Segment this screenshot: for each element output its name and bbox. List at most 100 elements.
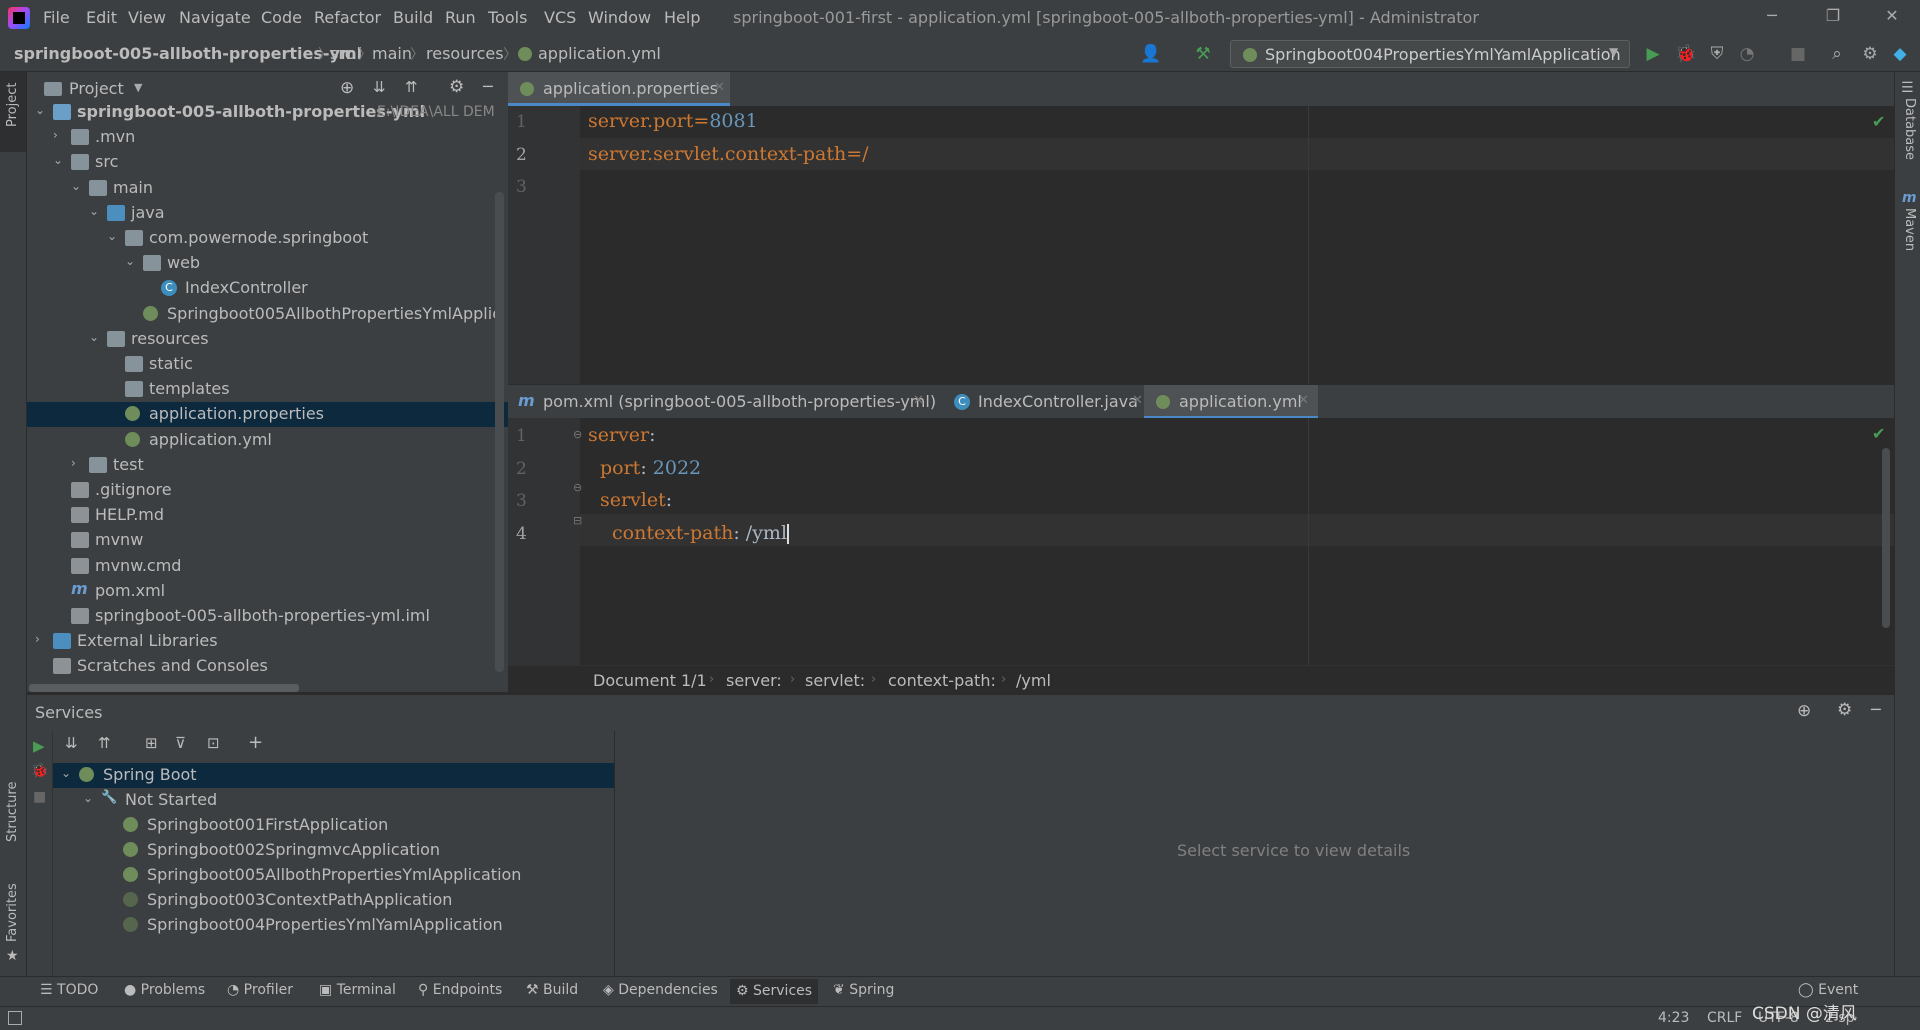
crumb-document[interactable]: Document 1/1 [593,671,707,690]
tree-item[interactable]: Springboot005AllbothPropertiesYmlApplic [27,302,508,327]
tool-spring[interactable]: ❦ Spring [833,982,894,998]
settings-gear-icon[interactable]: ⚙ [449,77,464,97]
settings-gear-icon[interactable]: ⚙ [1837,700,1852,720]
debug-icon[interactable]: 🐞 [1675,44,1696,64]
tree-item[interactable]: mvnw [27,528,508,553]
breadcrumb-src[interactable]: src [330,44,353,63]
service-tree-item[interactable]: Springboot004PropertiesYmlYamlApplicatio… [53,913,614,938]
tool-services[interactable]: ⚙ Services [730,979,819,1004]
tree-item[interactable]: ⌄ java [27,201,508,226]
build-hammer-icon[interactable]: ⚒ [1193,44,1213,64]
tree-item[interactable]: application.yml [27,428,508,453]
menu-run[interactable]: Run [445,8,476,27]
tree-item[interactable]: springboot-005-allboth-properties-yml.im… [27,604,508,629]
chevron-down-icon[interactable]: ⌄ [107,229,121,243]
new-tab-icon[interactable]: ⊡ [207,734,220,752]
chevron-down-icon[interactable]: ⌄ [53,153,67,167]
breadcrumb-main[interactable]: main [372,44,412,63]
expand-all-icon[interactable]: ⇊ [65,734,78,752]
tree-item[interactable]: ⌄ springboot-005-allboth-properties-yml E:… [27,100,508,125]
user-icon[interactable]: 👤 [1140,44,1161,64]
toggle-tool-windows-icon[interactable] [8,1011,22,1025]
project-tool-button[interactable]: Project [0,72,26,152]
editor-bottom[interactable]: ⊖ ⊖ ⊟ 1 server: 2 port: 2022 3 servlet: 4 conte… [508,418,1894,665]
chevron-down-icon[interactable]: ⌄ [125,254,139,268]
service-tree-item[interactable]: Springboot002SpringmvcApplication [53,838,614,863]
editor-vertical-scrollbar[interactable] [1882,448,1890,628]
tab-pom-xml[interactable]: m pom.xml (springboot-005-allboth-proper… [508,385,936,419]
menu-build[interactable]: Build [393,8,433,27]
favorites-tool-label[interactable]: Favorites [5,883,20,942]
restore-icon[interactable]: ❐ [1818,6,1848,30]
tree-item[interactable]: templates [27,377,508,402]
tool-dependencies[interactable]: ◈ Dependencies [603,982,718,998]
close-tab-icon[interactable]: ✕ [1298,393,1309,408]
plugin-icon[interactable]: ◆ [1890,44,1910,64]
tab-index-controller[interactable]: C IndexController.java ✕ [942,385,1152,419]
crumb-context-path[interactable]: context-path: [888,671,996,690]
run-configuration-select[interactable]: Springboot004PropertiesYmlYamlApplicatio… [1230,40,1630,68]
chevron-down-icon[interactable]: ⌄ [71,179,85,193]
line-separator[interactable]: CRLF [1707,1010,1742,1026]
chevron-down-icon[interactable]: ⌄ [89,204,103,218]
maven-tool-label[interactable]: Maven [1902,208,1917,251]
chevron-right-icon[interactable]: › [71,456,85,470]
menu-tools[interactable]: Tools [488,8,527,27]
menu-refactor[interactable]: Refactor [314,8,381,27]
tool-event-log[interactable]: ◯ Event [1798,982,1858,998]
chevron-down-icon[interactable]: ▼ [134,81,142,94]
breadcrumb-resources[interactable]: resources [426,44,504,63]
chevron-right-icon[interactable]: › [53,128,67,142]
crumb-value[interactable]: /yml [1016,671,1051,690]
close-window-icon[interactable]: ✕ [1877,6,1907,30]
stop-icon[interactable]: ■ [1788,44,1808,64]
caret-position[interactable]: 4:23 [1658,1010,1689,1026]
menu-navigate[interactable]: Navigate [179,8,251,27]
minimize-icon[interactable]: ─ [1757,6,1787,30]
editor-top[interactable]: 1 server.port=8081 2 server.servlet.context… [508,106,1894,384]
menu-vcs[interactable]: VCS [544,8,576,27]
crumb-server[interactable]: server: [726,671,782,690]
tree-item[interactable]: ⌄ com.powernode.springboot [27,226,508,251]
tool-todo[interactable]: ☰ TODO [40,982,98,998]
breadcrumb-project[interactable]: springboot-005-allboth-properties-yml [14,44,362,63]
crumb-servlet[interactable]: servlet: [805,671,865,690]
group-by-icon[interactable]: ⊞ [145,734,158,752]
expand-all-icon[interactable]: ⇊ [373,78,386,96]
tree-horizontal-scrollbar[interactable] [29,684,299,692]
breadcrumb-file[interactable]: application.yml [538,44,661,63]
database-tool-label[interactable]: Database [1902,98,1917,160]
service-tree-item[interactable]: Springboot005AllbothPropertiesYmlApplica… [53,863,614,888]
chevron-down-icon[interactable]: ⌄ [83,791,93,805]
search-icon[interactable]: ⌕ [1827,44,1847,64]
tree-item[interactable]: ⌄ main [27,176,508,201]
hide-panel-icon[interactable]: ─ [483,77,493,96]
coverage-icon[interactable]: ⛨ [1707,44,1727,64]
tool-terminal[interactable]: ▣ Terminal [319,982,396,998]
service-tree-item[interactable]: ⌄ Spring Boot [53,763,614,788]
menu-window[interactable]: Window [588,8,651,27]
tab-application-properties[interactable]: application.properties ✕ [508,72,730,106]
close-tab-icon[interactable]: ✕ [714,80,725,95]
collapse-all-icon[interactable]: ⇈ [405,78,418,96]
tool-problems[interactable]: ● Problems [124,982,205,998]
tree-item[interactable]: .gitignore [27,478,508,503]
locate-icon[interactable]: ⊕ [340,78,354,98]
chevron-right-icon[interactable]: › [35,632,49,646]
chevron-down-icon[interactable]: ⌄ [61,766,71,780]
menu-file[interactable]: File [43,8,70,27]
service-tree-item[interactable]: ⌄ 🔧 Not Started [53,788,614,813]
collapse-all-icon[interactable]: ⇈ [98,734,111,752]
tree-item[interactable]: C IndexController [27,276,508,301]
project-view-select[interactable]: Project [69,79,124,98]
chevron-down-icon[interactable]: ⌄ [89,330,103,344]
tree-item[interactable]: mvnw.cmd [27,554,508,579]
tree-vertical-scrollbar[interactable] [495,192,504,672]
tree-item[interactable]: ⌄ web [27,251,508,276]
close-tab-icon[interactable]: ✕ [1132,393,1143,408]
menu-code[interactable]: Code [261,8,302,27]
tree-item[interactable]: HELP.md [27,503,508,528]
tool-endpoints[interactable]: ⚲ Endpoints [418,982,502,998]
profile-icon[interactable]: ◔ [1737,44,1757,64]
settings-gear-icon[interactable]: ⚙ [1860,44,1880,64]
